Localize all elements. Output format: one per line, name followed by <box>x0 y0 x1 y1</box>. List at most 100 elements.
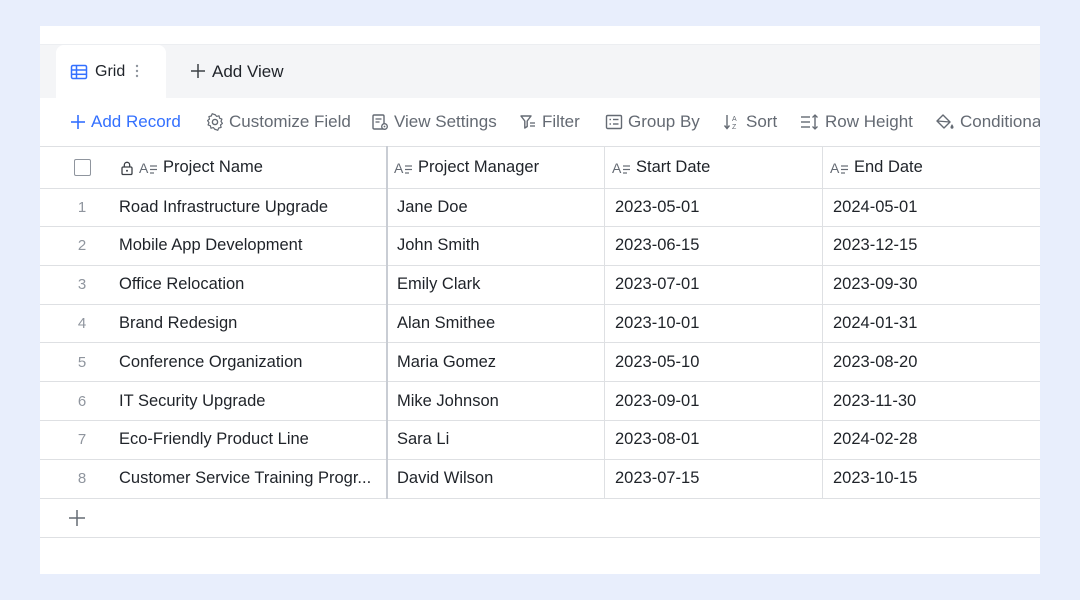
conditional-label: Conditional <box>960 112 1040 131</box>
cell-project-manager[interactable]: Maria Gomez <box>397 343 597 381</box>
table-row[interactable]: 3 Office Relocation Emily Clark 2023-07-01 2… <box>40 266 1040 305</box>
text-field-icon: A <box>612 160 630 176</box>
column-divider[interactable] <box>604 146 605 499</box>
add-view-label: Add View <box>212 61 284 81</box>
cell-start-date[interactable]: 2023-06-15 <box>615 227 815 265</box>
more-vertical-icon[interactable] <box>135 64 139 81</box>
add-record-label: Add Record <box>91 112 181 131</box>
filter-button[interactable]: Filter <box>519 98 580 146</box>
column-header-end-date[interactable]: A End Date <box>830 147 1035 188</box>
cell-end-date[interactable]: 2023-12-15 <box>833 227 1033 265</box>
cell-end-date[interactable]: 2024-05-01 <box>833 188 1033 226</box>
checkbox[interactable] <box>73 159 91 176</box>
text-field-icon: A <box>394 160 412 176</box>
column-header-label: Start Date <box>636 158 711 176</box>
cell-project-name[interactable]: Conference Organization <box>119 343 381 381</box>
row-height-label: Row Height <box>825 112 913 131</box>
svg-text:Z: Z <box>732 124 737 131</box>
row-number: 3 <box>77 276 87 294</box>
plus-icon <box>71 115 85 129</box>
cell-project-name[interactable]: Road Infrastructure Upgrade <box>119 188 381 226</box>
conditional-button[interactable]: Conditional <box>935 98 1040 146</box>
plus-icon <box>190 59 206 85</box>
cell-start-date[interactable]: 2023-07-01 <box>615 266 815 304</box>
cell-project-manager[interactable]: Alan Smithee <box>397 304 597 342</box>
paint-bucket-icon <box>936 114 954 129</box>
column-divider[interactable] <box>822 146 823 499</box>
customize-field-button[interactable]: Customize Field <box>206 98 351 146</box>
table-row[interactable]: 7 Eco-Friendly Product Line Sara Li 2023-08… <box>40 421 1040 460</box>
column-header-label: Project Manager <box>418 158 540 176</box>
cell-project-manager[interactable]: John Smith <box>397 227 597 265</box>
grid-header: A Project Name A Project Manager A Start… <box>40 146 1040 189</box>
customize-field-label: Customize Field <box>229 112 351 131</box>
cell-end-date[interactable]: 2023-09-30 <box>833 266 1033 304</box>
view-settings-label: View Settings <box>394 112 497 131</box>
cell-start-date[interactable]: 2023-05-01 <box>615 188 815 226</box>
view-tab-label: Grid <box>95 63 126 80</box>
column-header-project-name[interactable]: A Project Name <box>119 147 384 188</box>
filter-label: Filter <box>542 112 580 131</box>
cell-start-date[interactable]: 2023-08-01 <box>615 421 815 459</box>
cell-project-name[interactable]: Mobile App Development <box>119 227 381 265</box>
table-row[interactable]: 1 Road Infrastructure Upgrade Jane Doe 2023… <box>40 188 1040 227</box>
grid-panel: Grid Add View Add Record Customize Field… <box>40 26 1040 574</box>
column-header-start-date[interactable]: A Start Date <box>612 147 822 188</box>
row-number: 4 <box>77 314 87 332</box>
row-number: 2 <box>77 237 87 255</box>
group-by-button[interactable]: Group By <box>605 98 700 146</box>
svg-text:A: A <box>394 160 404 176</box>
column-header-project-manager[interactable]: A Project Manager <box>394 147 604 188</box>
row-height-button[interactable]: Row Height <box>800 98 913 146</box>
add-record-button[interactable]: Add Record <box>70 98 181 146</box>
cell-start-date[interactable]: 2023-09-01 <box>615 382 815 420</box>
row-number: 1 <box>77 198 87 216</box>
add-row-button[interactable] <box>40 499 1040 538</box>
frozen-column-divider[interactable] <box>386 146 388 499</box>
table-row[interactable]: 5 Conference Organization Maria Gomez 2023-… <box>40 343 1040 383</box>
sort-icon: AZ <box>723 115 737 131</box>
table-row[interactable]: 2 Mobile App Development John Smith 2023-06… <box>40 227 1040 266</box>
table-row[interactable]: 4 Brand Redesign Alan Smithee 2023-10-01 202… <box>40 304 1040 344</box>
settings-doc-icon <box>372 114 388 130</box>
svg-text:A: A <box>612 160 622 176</box>
grid-view-icon <box>70 63 88 81</box>
table-row[interactable]: 8 Customer Service Training Progr... David… <box>40 460 1040 499</box>
select-all-checkbox[interactable] <box>72 147 92 188</box>
cell-project-name[interactable]: Customer Service Training Progr... <box>119 460 381 498</box>
row-number: 5 <box>77 353 87 371</box>
cell-start-date[interactable]: 2023-10-01 <box>615 304 815 342</box>
cell-project-manager[interactable]: Emily Clark <box>397 266 597 304</box>
cell-project-name[interactable]: Brand Redesign <box>119 304 381 342</box>
cell-end-date[interactable]: 2023-08-20 <box>833 343 1033 381</box>
sort-label: Sort <box>746 112 778 131</box>
row-height-icon <box>801 114 818 130</box>
cell-end-date[interactable]: 2023-10-15 <box>833 460 1033 498</box>
toolbar: Add Record Customize Field View Settings… <box>40 98 1040 146</box>
group-icon <box>605 114 623 130</box>
text-field-icon: A <box>830 160 848 176</box>
cell-project-manager[interactable]: Mike Johnson <box>397 382 597 420</box>
text-field-icon: A <box>139 160 157 176</box>
cell-start-date[interactable]: 2023-05-10 <box>615 343 815 381</box>
view-settings-button[interactable]: View Settings <box>371 98 497 146</box>
plus-icon <box>68 503 86 534</box>
add-view-button[interactable]: Add View <box>190 45 284 98</box>
cell-project-name[interactable]: Office Relocation <box>119 266 381 304</box>
cell-project-name[interactable]: IT Security Upgrade <box>119 382 381 420</box>
cell-end-date[interactable]: 2024-02-28 <box>833 421 1033 459</box>
lock-icon <box>121 161 133 175</box>
cell-project-manager[interactable]: David Wilson <box>397 460 597 498</box>
column-header-label: Project Name <box>163 158 263 176</box>
table-row[interactable]: 6 IT Security Upgrade Mike Johnson 2023-09-… <box>40 382 1040 421</box>
cell-project-manager[interactable]: Jane Doe <box>397 188 597 226</box>
cell-start-date[interactable]: 2023-07-15 <box>615 460 815 498</box>
cell-project-manager[interactable]: Sara Li <box>397 421 597 459</box>
view-bar: Grid Add View <box>40 44 1040 99</box>
column-header-label: End Date <box>854 158 923 176</box>
cell-project-name[interactable]: Eco-Friendly Product Line <box>119 421 381 459</box>
cell-end-date[interactable]: 2023-11-30 <box>833 382 1033 420</box>
view-tab-grid[interactable]: Grid <box>56 45 166 99</box>
cell-end-date[interactable]: 2024-01-31 <box>833 304 1033 342</box>
sort-button[interactable]: AZ Sort <box>723 98 777 146</box>
